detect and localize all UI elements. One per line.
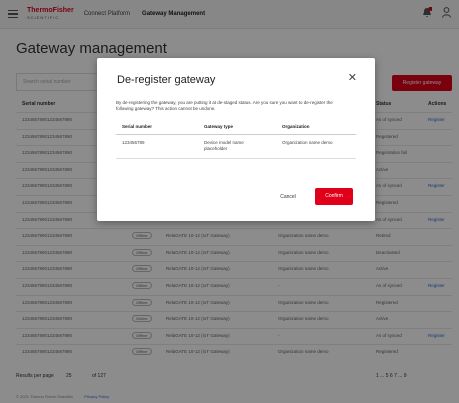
close-icon[interactable]: ✕ bbox=[348, 71, 357, 84]
dialog-serial: 123456789 bbox=[122, 140, 145, 145]
dialog-col-org: Organization bbox=[282, 124, 310, 129]
dialog-title: De-register gateway bbox=[117, 74, 216, 86]
dialog-col-serial: Serial number bbox=[122, 124, 153, 129]
cancel-button[interactable]: Cancel bbox=[272, 190, 304, 204]
dialog-col-type: Gateway type bbox=[204, 124, 234, 129]
dialog-type: Device model name placeholder bbox=[204, 140, 244, 151]
confirm-button[interactable]: Confirm bbox=[315, 188, 353, 205]
deregister-dialog: De-register gateway ✕ By de-registering … bbox=[97, 58, 375, 221]
dialog-org: Organization name demo bbox=[282, 140, 333, 145]
dialog-description: By de-registering the gateway, you are p… bbox=[116, 100, 333, 111]
